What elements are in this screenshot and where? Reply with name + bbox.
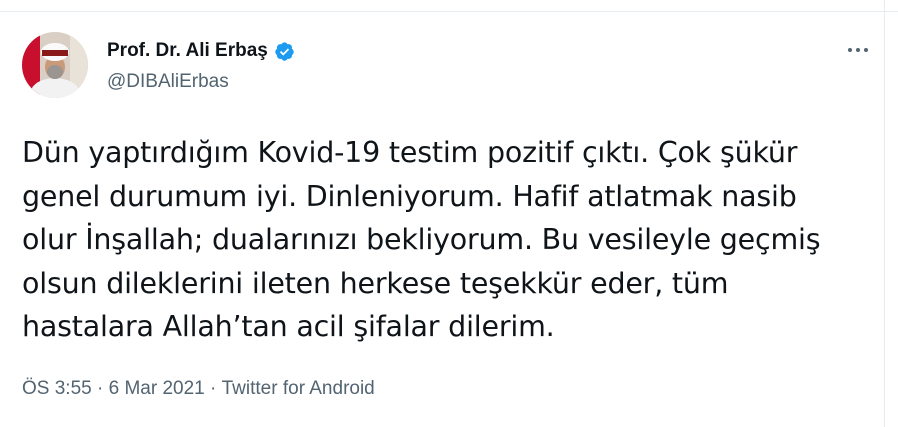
top-divider	[0, 11, 898, 12]
tweet-date[interactable]: 6 Mar 2021	[109, 378, 205, 400]
tweet-time[interactable]: ÖS 3:55	[22, 378, 92, 400]
tweet-meta: ÖS 3:55 · 6 Mar 2021 · Twitter for Andro…	[22, 378, 375, 400]
author-name[interactable]: Prof. Dr. Ali Erbaş	[107, 40, 268, 62]
tweet-source[interactable]: Twitter for Android	[222, 378, 375, 400]
avatar-image	[22, 32, 88, 98]
author-name-row[interactable]: Prof. Dr. Ali Erbaş	[107, 40, 295, 62]
meta-separator: ·	[204, 378, 222, 399]
more-options-icon[interactable]	[843, 37, 873, 63]
right-divider	[884, 0, 885, 427]
tweet-text: Dün yaptırdığım Kovid-19 testim pozitif …	[22, 131, 872, 349]
author-handle[interactable]: @DIBAliErbas	[107, 71, 229, 93]
verified-badge-icon	[274, 41, 295, 62]
tweet-line: hastalara Allah’tan acil şifalar dilerim…	[22, 310, 555, 343]
tweet-line: genel durumum iyi. Dinleniyorum. Hafif a…	[22, 179, 797, 213]
tweet-line: olur İnşallah; dualarınızı bekliyorum. B…	[22, 223, 821, 256]
tweet-line: Dün yaptırdığım Kovid-19 testim pozitif …	[22, 136, 798, 169]
avatar[interactable]	[22, 32, 88, 98]
tweet-line: olsun dileklerini ileten herkese teşekkü…	[22, 266, 729, 300]
meta-separator: ·	[91, 378, 109, 399]
